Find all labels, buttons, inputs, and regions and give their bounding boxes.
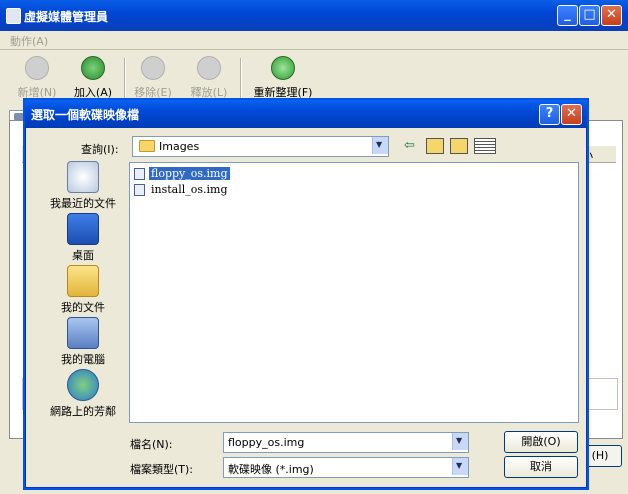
dialog-title-bar[interactable]: 選取一個軟碟映像檔 ? ✕ xyxy=(25,100,587,128)
app-icon xyxy=(6,8,21,24)
network-places-icon xyxy=(67,369,99,401)
my-computer-icon xyxy=(67,317,99,349)
close-icon: ✕ xyxy=(606,7,617,22)
toolbar-new-button[interactable]: 新增(N) xyxy=(14,56,60,100)
disk-image-file-icon xyxy=(134,168,145,180)
cancel-button[interactable]: 取消 xyxy=(504,456,578,478)
place-desktop[interactable]: 桌面 xyxy=(36,213,130,262)
menu-action[interactable]: 動作(A) xyxy=(10,33,48,49)
minimize-icon: _ xyxy=(564,7,571,22)
help-icon: ? xyxy=(545,106,554,121)
maximize-button[interactable]: □ xyxy=(579,5,600,26)
toolbar-separator xyxy=(240,58,242,98)
file-item[interactable]: install_os.img xyxy=(134,182,254,198)
add-disk-icon xyxy=(81,56,105,80)
release-disk-icon xyxy=(197,56,221,80)
dialog-title: 選取一個軟碟映像檔 xyxy=(31,108,140,122)
filetype-combo[interactable]: 軟碟映像 (*.img) xyxy=(223,457,469,478)
filename-combo[interactable]: floppy_os.img xyxy=(223,432,469,453)
toolbar-refresh-button[interactable]: 重新整理(F) xyxy=(248,56,318,100)
remove-disk-icon xyxy=(141,56,165,80)
dialog-close-button[interactable]: ✕ xyxy=(561,104,582,125)
close-button[interactable]: ✕ xyxy=(601,5,622,26)
refresh-icon xyxy=(271,56,295,80)
up-folder-icon[interactable] xyxy=(426,138,444,154)
place-label: 我的電腦 xyxy=(61,353,105,366)
disk-image-file-icon xyxy=(134,184,145,196)
back-arrow-icon[interactable]: ⇦ xyxy=(404,138,420,153)
toolbar-add-label: 加入(A) xyxy=(73,86,113,99)
main-title-bar[interactable]: 虛擬媒體管理員 _ □ ✕ xyxy=(0,0,628,31)
file-name: install_os.img xyxy=(151,183,228,196)
toolbar-refresh-label: 重新整理(F) xyxy=(253,86,313,99)
toolbar-release-label: 釋放(L) xyxy=(190,86,228,99)
filetype-dropdown-arrow[interactable] xyxy=(452,458,468,475)
dialog-help-button[interactable]: ? xyxy=(539,104,560,125)
toolbar: 新增(N) 加入(A) 移除(E) 釋放(L) 重新整理(F) xyxy=(0,50,628,102)
file-name: floppy_os.img xyxy=(149,167,230,180)
place-label: 桌面 xyxy=(72,249,94,262)
place-label: 網路上的芳鄰 xyxy=(50,405,116,418)
folder-icon xyxy=(139,140,155,152)
close-icon: ✕ xyxy=(566,106,577,121)
place-network[interactable]: 網路上的芳鄰 xyxy=(36,369,130,418)
look-in-combo[interactable]: Images xyxy=(132,136,389,157)
file-list[interactable]: floppy_os.img install_os.img xyxy=(129,162,579,423)
look-in-value: Images xyxy=(159,140,200,153)
place-recent-documents[interactable]: 我最近的文件 xyxy=(36,161,130,210)
look-in-label: 查詢(I): xyxy=(81,143,119,156)
new-folder-icon[interactable] xyxy=(450,138,468,154)
new-disk-icon xyxy=(25,56,49,80)
filename-label: 檔名(N): xyxy=(130,438,173,451)
toolbar-separator xyxy=(124,58,126,98)
toolbar-add-button[interactable]: 加入(A) xyxy=(70,56,116,100)
filetype-value: 軟碟映像 (*.img) xyxy=(228,463,314,476)
filename-value: floppy_os.img xyxy=(228,436,305,449)
toolbar-release-button[interactable]: 釋放(L) xyxy=(186,56,232,100)
menu-bar: 動作(A) xyxy=(0,31,628,50)
desktop-icon xyxy=(67,213,99,245)
toolbar-remove-label: 移除(E) xyxy=(134,86,172,99)
place-label: 我最近的文件 xyxy=(50,197,116,210)
file-item[interactable]: floppy_os.img xyxy=(134,166,254,182)
my-documents-icon xyxy=(67,265,99,297)
view-menu-icon[interactable] xyxy=(474,138,496,154)
toolbar-new-label: 新增(N) xyxy=(17,86,57,99)
place-label: 我的文件 xyxy=(61,301,105,314)
open-button[interactable]: 開啟(O) xyxy=(504,431,578,453)
filetype-label: 檔案類型(T): xyxy=(130,463,194,476)
place-my-documents[interactable]: 我的文件 xyxy=(36,265,130,314)
places-bar: 我最近的文件 桌面 我的文件 我的電腦 網路上的芳鄰 xyxy=(36,161,130,473)
maximize-icon: □ xyxy=(583,7,596,22)
filename-dropdown-arrow[interactable] xyxy=(452,433,468,450)
place-my-computer[interactable]: 我的電腦 xyxy=(36,317,130,366)
main-window-title: 虛擬媒體管理員 xyxy=(24,10,109,24)
minimize-button[interactable]: _ xyxy=(557,5,578,26)
select-floppy-image-dialog: 選取一個軟碟映像檔 ? ✕ 查詢(I): Images ⇦ 我最近的文件 桌面 … xyxy=(25,100,587,488)
look-in-dropdown-arrow[interactable] xyxy=(372,137,388,154)
recent-documents-icon xyxy=(67,161,99,193)
toolbar-remove-button[interactable]: 移除(E) xyxy=(130,56,176,100)
